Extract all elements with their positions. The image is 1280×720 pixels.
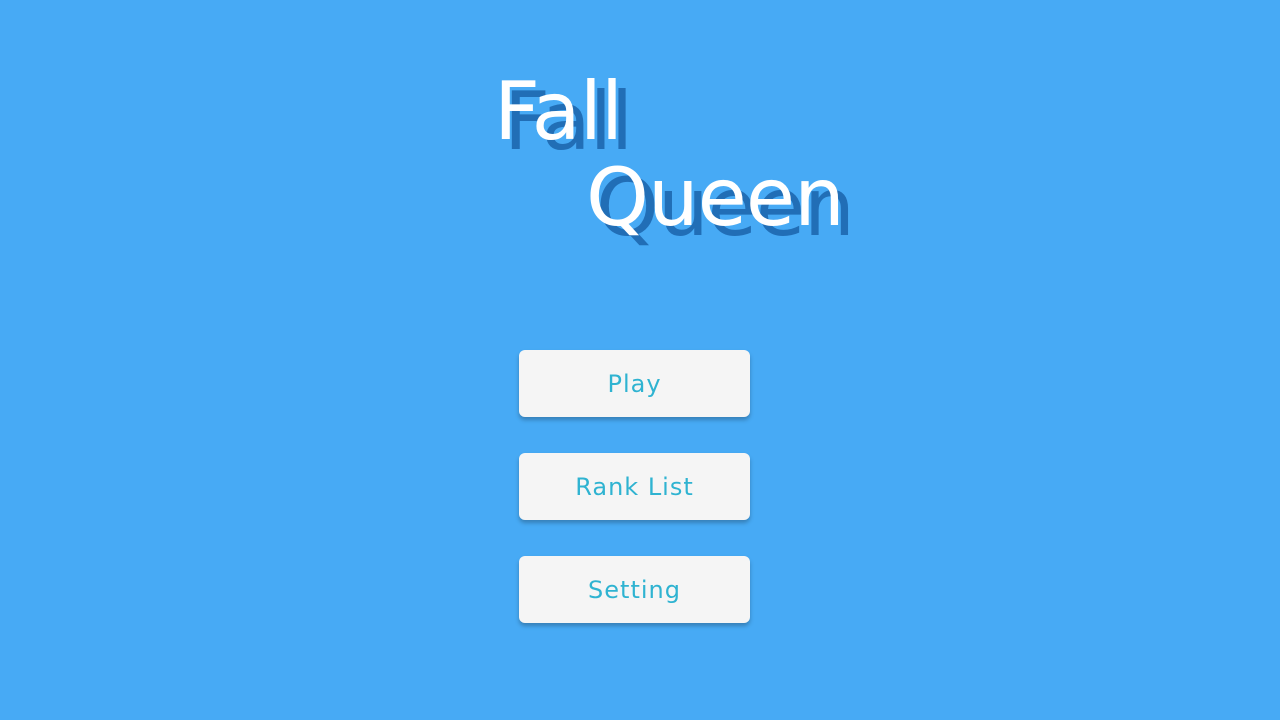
rank-list-button[interactable]: Rank List: [519, 453, 750, 520]
play-button-label: Play: [607, 369, 662, 398]
rank-list-button-label: Rank List: [575, 472, 694, 501]
title-line-fall: Fall: [494, 65, 623, 158]
play-button[interactable]: Play: [519, 350, 750, 417]
setting-button[interactable]: Setting: [519, 556, 750, 623]
setting-button-label: Setting: [588, 575, 681, 604]
title-line-queen: Queen: [586, 151, 845, 244]
